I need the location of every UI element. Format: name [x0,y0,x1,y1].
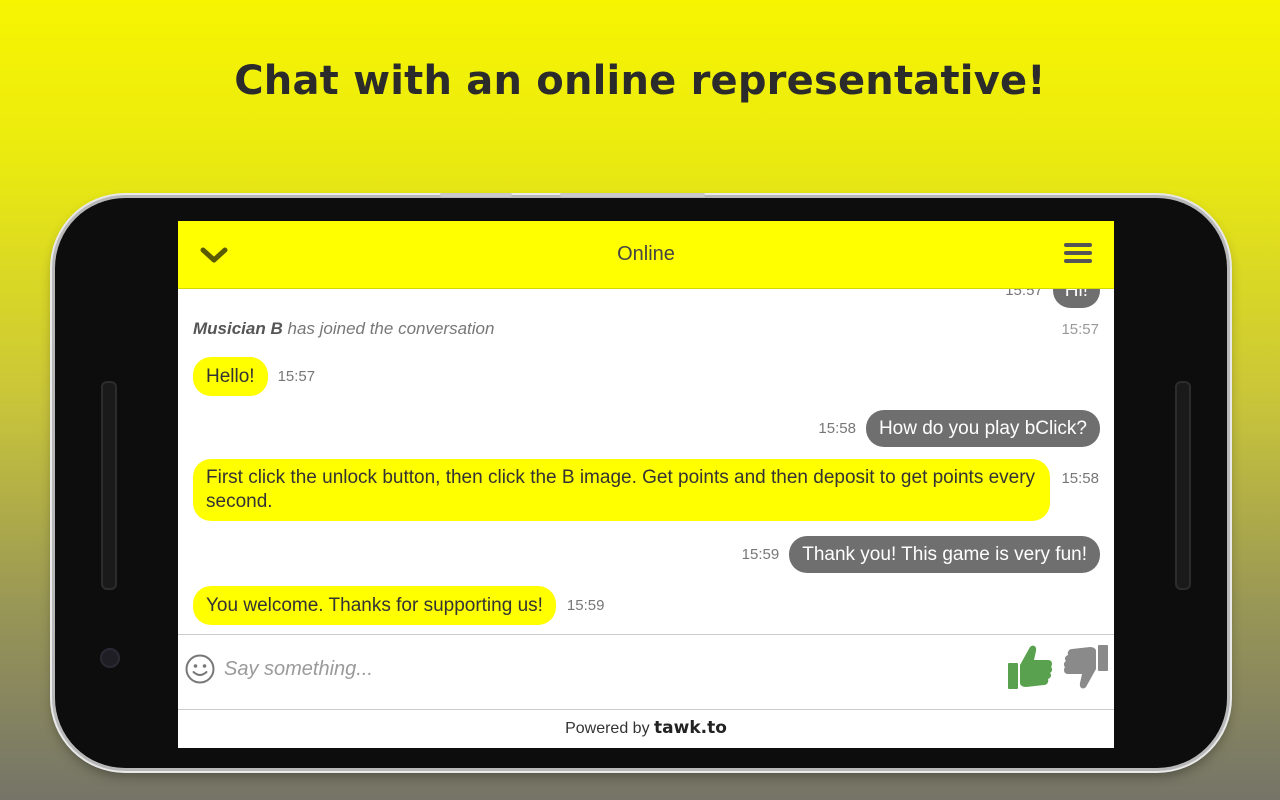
promo-headline: Chat with an online representative! [234,58,1046,104]
message-time: 15:57 [1005,289,1043,299]
message-row-agent: First click the unlock button, then clic… [193,459,1099,521]
message-row-user: 15:59 Thank you! This game is very fun! [742,536,1100,573]
chat-header: Online [178,221,1114,289]
message-input[interactable] [222,657,926,682]
user-message-bubble: How do you play bClick? [865,410,1100,447]
message-row-agent: Hello! 15:57 [193,357,315,396]
hamburger-menu-icon[interactable] [1064,243,1092,267]
message-row-partial: 15:57 Hi! [1005,289,1100,308]
message-time: 15:59 [566,597,605,614]
message-time: 15:57 [1061,320,1099,338]
user-message-bubble: Thank you! This game is very fun! [789,536,1100,573]
message-time: 15:58 [1061,470,1099,487]
chat-screen: Online 15:57 Hi! Musician B has joined t… [178,221,1114,748]
right-speaker-slot [1175,381,1191,590]
message-time: 15:57 [277,368,316,385]
left-speaker-slot [101,381,117,590]
system-message-text: has joined the conversation [287,319,495,338]
agent-message-bubble: Hello! [193,357,268,396]
message-row-user: 15:58 How do you play bClick? [818,410,1100,447]
chat-status: Online [617,243,675,265]
brand-logo[interactable]: tawk.to [654,718,727,738]
phone-power-button [560,193,705,197]
system-message: Musician B has joined the conversation [193,319,494,339]
message-time: 15:58 [818,420,856,437]
thumbs-up-icon[interactable] [1006,641,1054,693]
powered-by-footer[interactable]: Powered by tawk.to [178,709,1114,748]
agent-message-bubble: You welcome. Thanks for supporting us! [193,586,556,625]
front-camera [100,648,120,668]
message-list[interactable]: 15:57 Hi! Musician B has joined the conv… [178,289,1114,634]
phone-volume-button [440,193,512,197]
powered-by-text: Powered by [565,720,650,737]
agent-message-bubble: First click the unlock button, then clic… [193,459,1051,521]
agent-name: Musician B [193,319,283,338]
system-message-row: Musician B has joined the conversation 1… [193,319,1099,339]
emoji-icon[interactable] [184,653,216,685]
message-time: 15:59 [741,546,780,563]
message-row-agent: You welcome. Thanks for supporting us! 1… [193,586,604,625]
user-message-bubble: Hi! [1052,289,1100,308]
thumbs-down-icon[interactable] [1062,641,1110,693]
message-composer [178,634,1114,710]
